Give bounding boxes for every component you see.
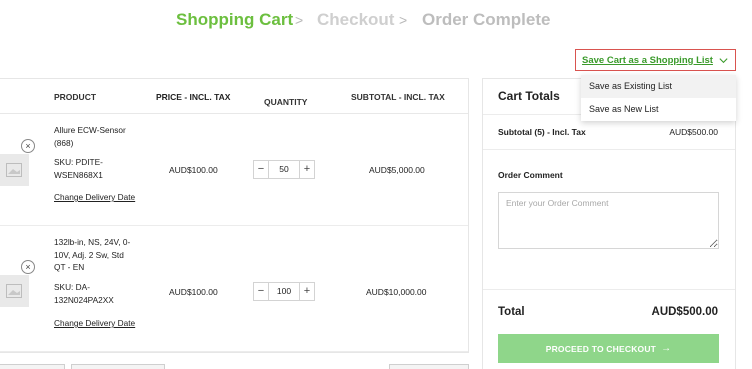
remove-item-button[interactable]: ×	[21, 260, 35, 274]
cart-totals-panel: Cart Totals Subtotal (5) - Incl. Tax AUD…	[482, 78, 736, 369]
column-header-quantity: QUANTITY	[264, 96, 308, 107]
chevron-down-icon	[719, 57, 728, 63]
step-checkout: Checkout	[317, 10, 395, 29]
column-header-subtotal: SUBTOTAL - INCL. TAX	[351, 92, 445, 102]
order-comment-input[interactable]	[498, 192, 719, 249]
quantity-input[interactable]: 100	[269, 282, 299, 301]
menu-item-save-existing-list[interactable]: Save as Existing List	[581, 75, 736, 98]
checkout-label: PROCEED TO CHECKOUT	[545, 343, 657, 354]
table-row: × 132lb-in, NS, 24V, 0-10V, Adj. 2 Sw, S…	[0, 226, 468, 352]
product-subtotal: AUD$5,000.00	[369, 165, 425, 175]
cart-table: PRODUCT PRICE - INCL. TAX QUANTITY SUBTO…	[0, 78, 469, 353]
product-name: Allure ECW-Sensor (868)	[54, 125, 126, 148]
step-separator: >	[399, 12, 408, 28]
proceed-to-checkout-button[interactable]: PROCEED TO CHECKOUT →	[498, 334, 719, 363]
column-header-product: PRODUCT	[54, 92, 97, 102]
cart-action-button[interactable]	[71, 364, 165, 369]
step-shopping-cart: Shopping Cart	[176, 10, 294, 29]
divider	[483, 289, 735, 290]
checkout-steps: Shopping Cart > Checkout > Order Complet…	[0, 10, 752, 32]
step-order-complete: Order Complete	[422, 10, 551, 29]
table-header: PRODUCT PRICE - INCL. TAX QUANTITY SUBTO…	[0, 79, 468, 114]
order-comment-label: Order Comment	[498, 170, 563, 180]
change-delivery-date-link[interactable]: Change Delivery Date	[54, 317, 136, 330]
arrow-right-icon: →	[661, 343, 672, 354]
column-header-price: PRICE - INCL. TAX	[156, 92, 231, 102]
cart-action-button[interactable]	[0, 364, 65, 369]
quantity-increase-button[interactable]: +	[299, 160, 315, 179]
save-cart-label: Save Cart as a Shopping List	[582, 54, 713, 66]
cart-totals-title: Cart Totals	[498, 89, 560, 103]
quantity-stepper: − 100 +	[253, 282, 317, 301]
quantity-input[interactable]: 50	[269, 160, 299, 179]
product-image-placeholder	[0, 154, 29, 186]
product-price: AUD$100.00	[169, 165, 218, 175]
total-label: Total	[498, 306, 525, 318]
total-value: AUD$500.00	[651, 306, 718, 318]
quantity-stepper: − 50 +	[253, 160, 317, 179]
divider	[483, 149, 735, 150]
change-delivery-date-link[interactable]: Change Delivery Date	[54, 191, 136, 204]
quantity-decrease-button[interactable]: −	[253, 160, 269, 179]
quantity-increase-button[interactable]: +	[299, 282, 315, 301]
quantity-decrease-button[interactable]: −	[253, 282, 269, 301]
table-row: × Allure ECW-Sensor (868) SKU: PDITE-WSE…	[0, 114, 468, 226]
save-cart-menu: Save as Existing List Save as New List	[581, 75, 736, 121]
product-sku: SKU: DA-132N024PA2XX	[54, 282, 114, 305]
product-image-placeholder	[0, 275, 29, 307]
step-separator: >	[295, 12, 304, 28]
save-cart-dropdown-button[interactable]: Save Cart as a Shopping List	[575, 49, 736, 71]
image-placeholder-icon	[6, 163, 22, 177]
cart-action-button[interactable]	[389, 364, 469, 369]
subtotal-label: Subtotal (5) - Incl. Tax	[498, 127, 586, 137]
menu-item-save-new-list[interactable]: Save as New List	[581, 98, 736, 121]
remove-item-button[interactable]: ×	[21, 139, 35, 153]
product-price: AUD$100.00	[169, 287, 218, 297]
product-sku: SKU: PDITE-WSEN868X1	[54, 157, 103, 180]
subtotal-value: AUD$500.00	[669, 127, 718, 137]
product-name: 132lb-in, NS, 24V, 0-10V, Adj. 2 Sw, Std…	[54, 237, 131, 272]
image-placeholder-icon	[6, 284, 22, 298]
product-subtotal: AUD$10,000.00	[366, 287, 427, 297]
